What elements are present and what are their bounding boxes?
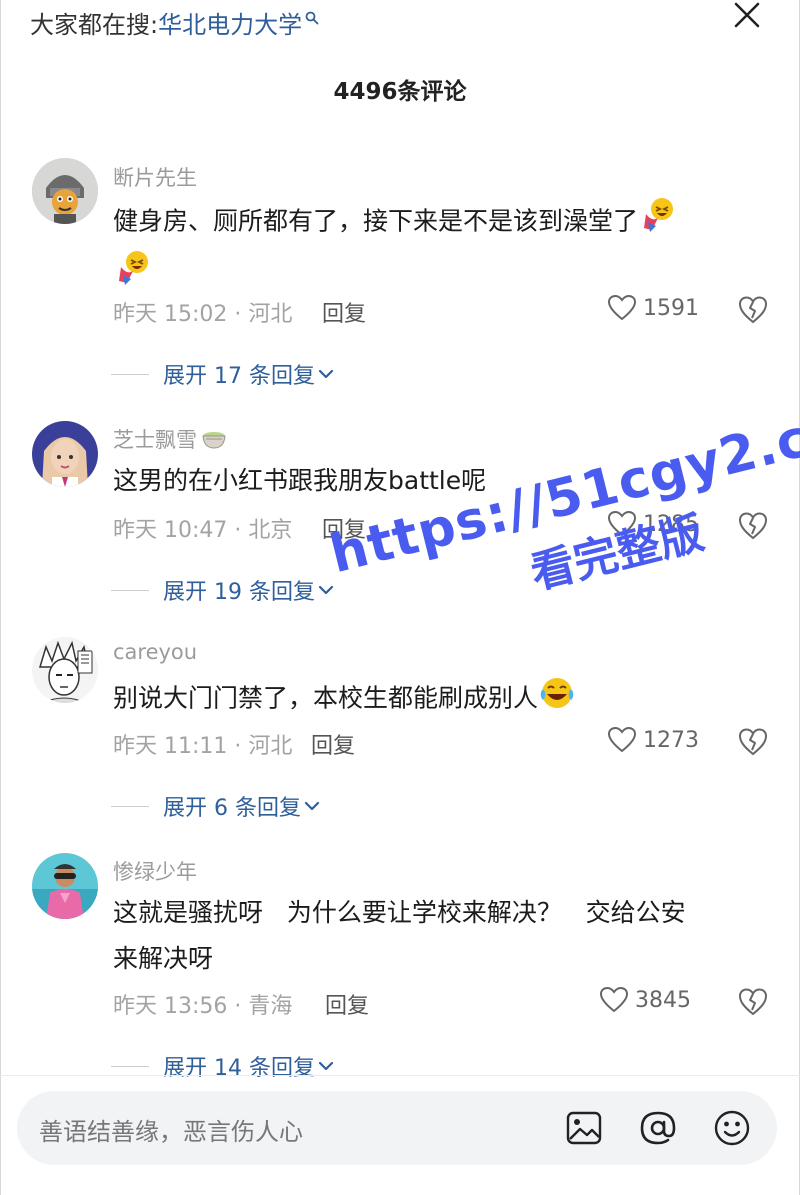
mention-button[interactable] (639, 1109, 677, 1147)
expand-replies-label: 展开 6 条回复 (163, 796, 301, 821)
reply-button[interactable]: 回复 (325, 988, 369, 1020)
comment-text: 这男的在小红书跟我朋友battle呢 (113, 466, 487, 495)
comment-username[interactable]: careyou (113, 640, 197, 664)
avatar[interactable] (32, 158, 98, 224)
close-button[interactable] (730, 0, 766, 36)
bottom-divider (0, 1075, 800, 1076)
comment-meta: 昨天 15:02 · 河北 (113, 302, 293, 327)
avatar[interactable] (32, 853, 98, 919)
expand-replies-button[interactable]: 展开 6 条回复 (111, 790, 323, 822)
frame-border-left (0, 0, 1, 1195)
expand-replies-button[interactable]: 展开 14 条回复 (111, 1050, 337, 1082)
heart-icon (599, 986, 629, 1013)
laughing-emoji-icon (113, 249, 151, 302)
comment-username[interactable]: 断片先生 (113, 162, 197, 192)
like-button[interactable]: 3845 (599, 986, 691, 1014)
chevron-down-icon (304, 801, 320, 811)
chevron-down-icon (318, 1061, 334, 1071)
chevron-down-icon (318, 369, 334, 379)
reply-button[interactable]: 回复 (311, 728, 355, 760)
comment-meta: 昨天 10:47 · 北京 (113, 518, 293, 543)
comment-input-placeholder: 善语结善缘，恶言伤人心 (39, 1118, 303, 1146)
like-count: 1273 (643, 727, 699, 753)
broken-heart-icon (738, 296, 768, 324)
comment-input-bar[interactable]: 善语结善缘，恶言伤人心 (17, 1091, 777, 1165)
avatar[interactable] (32, 637, 98, 703)
crying-laughing-emoji-icon (538, 674, 576, 725)
dislike-button[interactable] (738, 987, 768, 1017)
comment-text-content: 别说大门门禁了，本校生都能刷成别人 (113, 683, 539, 713)
comment-text: 别说大门门禁了，本校生都能刷成别人 (113, 674, 763, 725)
trending-search-query[interactable]: 华北电力大学 (158, 5, 302, 40)
expand-divider (111, 589, 149, 591)
comment-username[interactable]: 惨绿少年 (113, 856, 197, 886)
broken-heart-icon (738, 512, 768, 540)
comment-meta: 昨天 11:11 · 河北 (113, 734, 293, 759)
image-icon (566, 1111, 602, 1145)
avatar[interactable] (32, 421, 98, 487)
comment-text: 健身房、厕所都有了，接下来是不是该到澡堂了 (113, 196, 763, 302)
chevron-down-icon (318, 585, 334, 595)
comment-text-content: 健身房、厕所都有了，接下来是不是该到澡堂了 (113, 206, 639, 236)
trending-search[interactable]: 大家都在搜: 华北电力大学 (30, 4, 319, 40)
like-count: 3845 (635, 987, 691, 1013)
expand-replies-button[interactable]: 展开 17 条回复 (111, 358, 337, 390)
comment-text-line: 这就是骚扰呀 为什么要让学校来解决？ 交给公安 (113, 898, 686, 927)
dislike-button[interactable] (738, 727, 768, 757)
comment-username[interactable]: 芝士飘雪 (113, 424, 227, 455)
comment-text-line: 来解决呀 (113, 944, 214, 973)
reply-button[interactable]: 回复 (322, 512, 366, 544)
expand-replies-button[interactable]: 展开 19 条回复 (111, 574, 337, 606)
like-button[interactable]: 1285 (607, 510, 699, 538)
broken-heart-icon (738, 988, 768, 1016)
smiley-icon (714, 1110, 750, 1146)
reply-button[interactable]: 回复 (322, 296, 366, 328)
comment-username-text: 芝士飘雪 (113, 428, 197, 452)
dislike-button[interactable] (738, 511, 768, 541)
at-icon (640, 1111, 676, 1145)
search-icon (305, 3, 319, 31)
expand-divider (111, 1065, 149, 1067)
comment-text: 这就是骚扰呀 为什么要让学校来解决？ 交给公安 来解决呀 (113, 890, 763, 982)
trending-search-prefix: 大家都在搜: (30, 10, 159, 39)
like-button[interactable]: 1273 (607, 726, 699, 754)
expand-replies-label: 展开 19 条回复 (163, 580, 315, 605)
image-button[interactable] (565, 1109, 603, 1147)
emoji-button[interactable] (713, 1109, 751, 1147)
expand-divider (111, 373, 149, 375)
expand-divider (111, 805, 149, 807)
expand-replies-label: 展开 14 条回复 (163, 1056, 315, 1081)
heart-icon (607, 294, 637, 321)
laughing-emoji-icon (638, 196, 676, 249)
dislike-button[interactable] (738, 295, 768, 325)
comment-count-title: 4496条评论 (333, 79, 467, 105)
broken-heart-icon (738, 728, 768, 756)
expand-replies-label: 展开 17 条回复 (163, 364, 315, 389)
like-button[interactable]: 1591 (607, 294, 699, 322)
heart-icon (607, 510, 637, 537)
comment-meta: 昨天 13:56 · 青海 (113, 994, 293, 1019)
like-count: 1285 (643, 511, 699, 537)
heart-icon (607, 726, 637, 753)
like-count: 1591 (643, 295, 699, 321)
close-icon (734, 2, 760, 28)
tea-bowl-icon (201, 428, 227, 455)
